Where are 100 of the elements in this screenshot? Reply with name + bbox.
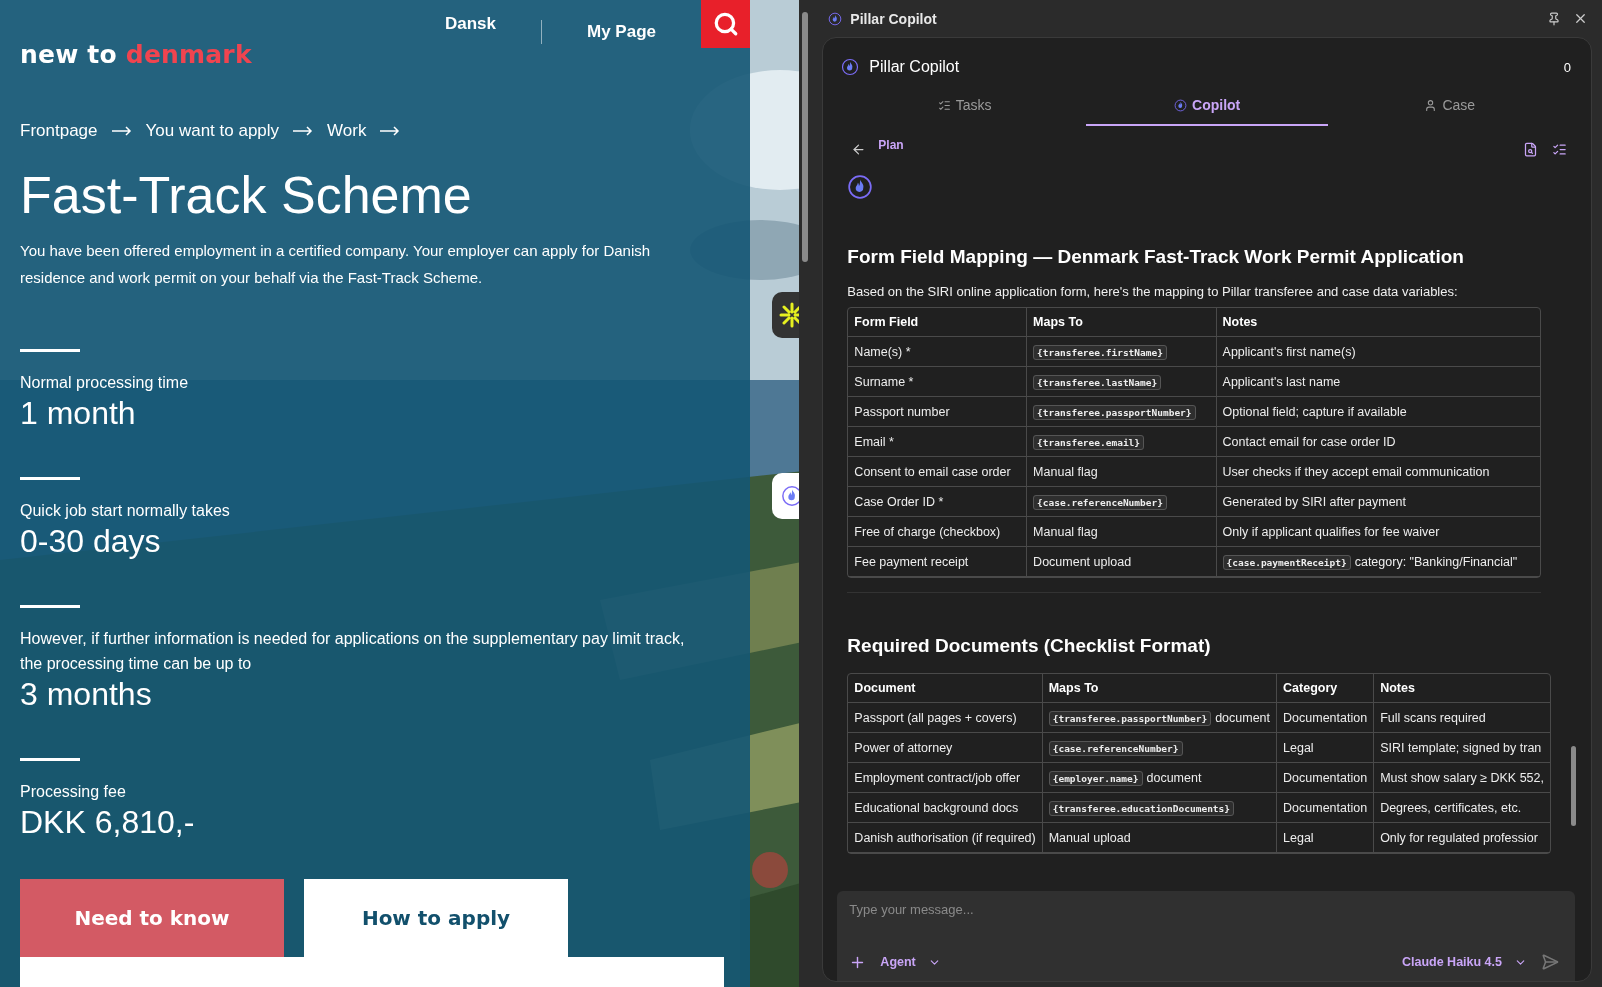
search-icon <box>712 11 739 37</box>
panel-tab[interactable]: Tasks <box>843 86 1086 126</box>
breadcrumb-link[interactable]: You want to apply <box>145 121 280 141</box>
code-chip: {case.referenceNumber} <box>1048 740 1183 756</box>
table-cell-text: Legal <box>1283 830 1314 845</box>
table-cell-text: Applicant's last name <box>1222 374 1341 389</box>
plan-link[interactable]: Plan <box>878 134 1511 152</box>
table-cell-text: Consent to email case order <box>854 464 1011 479</box>
intro-text: You have been offered employment in a certified company. Your employer can apply for Danish residence and work permit on your behalf via the Fast-Track Scheme. <box>20 241 652 288</box>
fact-value: 0-30 days <box>20 523 162 559</box>
arrow-right-icon <box>380 126 401 136</box>
code-chip: {transferee.educationDocuments} <box>1048 800 1234 816</box>
column-header: Category <box>1276 674 1374 703</box>
table-cell-text: Manual flag <box>1033 464 1098 479</box>
column-header: Notes <box>1215 308 1541 337</box>
panel-tab[interactable]: Case <box>1328 86 1571 126</box>
flame-icon <box>781 485 799 507</box>
fact-value: 1 month <box>20 395 137 431</box>
table-cell-text: Must show salary ≥ DKK 552, <box>1380 770 1544 785</box>
table-cell-text: Only if applicant qualifies for fee waiver <box>1222 524 1440 539</box>
checklist-icon <box>937 98 951 112</box>
column-header: Document <box>848 674 1042 703</box>
table-cell-text: Degrees, certificates, etc. <box>1380 800 1522 815</box>
arrow-right-icon <box>293 126 314 136</box>
table-cell-text: Only for regulated professior <box>1380 830 1538 845</box>
breadcrumb-link[interactable]: Frontpage <box>20 121 98 141</box>
code-chip: {employer.name} <box>1048 770 1143 786</box>
section-tab[interactable]: Need to know <box>20 879 284 957</box>
table-cell-text: Document upload <box>1033 554 1132 569</box>
search-button[interactable] <box>701 0 750 48</box>
table-cell-text: Email * <box>854 434 894 449</box>
column-header: Form Field <box>848 308 1027 337</box>
code-chip: {transferee.email} <box>1033 434 1145 450</box>
fact-value: 3 months <box>20 676 153 712</box>
table-cell-text: Case Order ID * <box>854 494 944 509</box>
file-search-icon <box>1523 141 1538 157</box>
arrow-right-icon <box>111 126 132 136</box>
table-cell-text: Documentation <box>1283 770 1368 785</box>
section-intro: Based on the SIRI online application form, here's the mapping to Pillar transferee and case data variables: <box>847 284 1459 299</box>
table-cell-text: category: "Banking/Financial" <box>1354 554 1518 569</box>
table-cell-text: Documentation <box>1283 800 1368 815</box>
code-chip: {case.paymentReceipt} <box>1222 554 1351 570</box>
page-title: Fast-Track Scheme <box>20 165 473 225</box>
fact-value: DKK 6,810,- <box>20 804 196 840</box>
table-cell-text: Contact email for case order ID <box>1222 434 1396 449</box>
table-cell-text: SIRI template; signed by tran <box>1380 740 1542 755</box>
flame-icon <box>847 174 874 200</box>
message-field[interactable]: Type your message... Agent Claude Haiku 4.5 <box>837 891 1575 981</box>
table-cell-text: Surname * <box>854 374 914 389</box>
code-chip: {transferee.passportNumber} <box>1048 710 1212 726</box>
table-cell-text: Free of charge (checkbox) <box>854 524 1001 539</box>
section-heading: Required Documents (Checklist Format) <box>847 635 1212 657</box>
fact-label: Quick job start normally takes <box>20 501 231 521</box>
table-cell-text: Full scans required <box>1380 710 1486 725</box>
message-input[interactable]: Type your message... <box>847 891 1561 927</box>
column-header: Notes <box>1373 674 1550 703</box>
table-cell-text: document <box>1215 710 1271 725</box>
model-dropdown[interactable]: Claude Haiku 4.5 <box>1395 953 1533 971</box>
table-cell-text: Legal <box>1283 740 1314 755</box>
table-cell-text: document <box>1146 770 1202 785</box>
code-chip: {transferee.firstName} <box>1033 344 1167 360</box>
flame-icon <box>828 11 843 26</box>
table-cell-text: Manual upload <box>1048 830 1131 845</box>
table-cell-text: Passport number <box>854 404 950 419</box>
window-title: Pillar Copilot <box>850 10 938 27</box>
section-heading: Form Field Mapping — Denmark Fast-Track Work Permit Application <box>847 246 1465 268</box>
flame-icon <box>1174 98 1188 112</box>
fact-label: However, if further information is needed for applications on the supplementary pay limit track, the processing time can be up to <box>20 629 686 674</box>
breadcrumb-link[interactable]: Work <box>327 121 367 141</box>
close-icon <box>1573 11 1588 26</box>
table-cell-text: Employment contract/job offer <box>854 770 1021 785</box>
pin-icon <box>1547 11 1561 26</box>
send-icon <box>1541 953 1559 971</box>
counter: 0 <box>1563 59 1571 75</box>
code-chip: {case.referenceNumber} <box>1033 494 1167 510</box>
table-cell-text: Manual flag <box>1033 524 1098 539</box>
table-cell-text: User checks if they accept email communication <box>1222 464 1490 479</box>
table-cell-text: Passport (all pages + covers) <box>854 710 1017 725</box>
user-icon <box>1424 98 1438 112</box>
table-cell-text: Danish authorisation (if required) <box>854 830 1036 845</box>
fact-label: Normal processing time <box>20 373 190 393</box>
table-cell-text: Documentation <box>1283 710 1368 725</box>
table-cell-text: Fee payment receipt <box>854 554 969 569</box>
flame-icon <box>841 58 860 76</box>
fact-label: Processing fee <box>20 782 127 802</box>
code-chip: {transferee.lastName} <box>1033 374 1162 390</box>
panel-tab[interactable]: Copilot <box>1085 86 1329 126</box>
table-cell-text: Applicant's first name(s) <box>1222 344 1356 359</box>
panel-title: Pillar Copilot <box>869 58 961 76</box>
table-cell-text: Name(s) * <box>854 344 911 359</box>
table-cell-text: Generated by SIRI after payment <box>1222 494 1406 509</box>
section-tab[interactable]: How to apply <box>304 879 568 957</box>
column-header: Maps To <box>1026 308 1216 337</box>
code-chip: {transferee.passportNumber} <box>1033 404 1196 420</box>
table-cell-text: Power of attorney <box>854 740 953 755</box>
table-cell-text: Optional field; capture if available <box>1222 404 1407 419</box>
mode-dropdown[interactable]: Agent <box>874 953 947 971</box>
column-header: Maps To <box>1041 674 1277 703</box>
checklist-icon <box>1552 141 1567 157</box>
table-cell-text: Educational background docs <box>854 800 1019 815</box>
